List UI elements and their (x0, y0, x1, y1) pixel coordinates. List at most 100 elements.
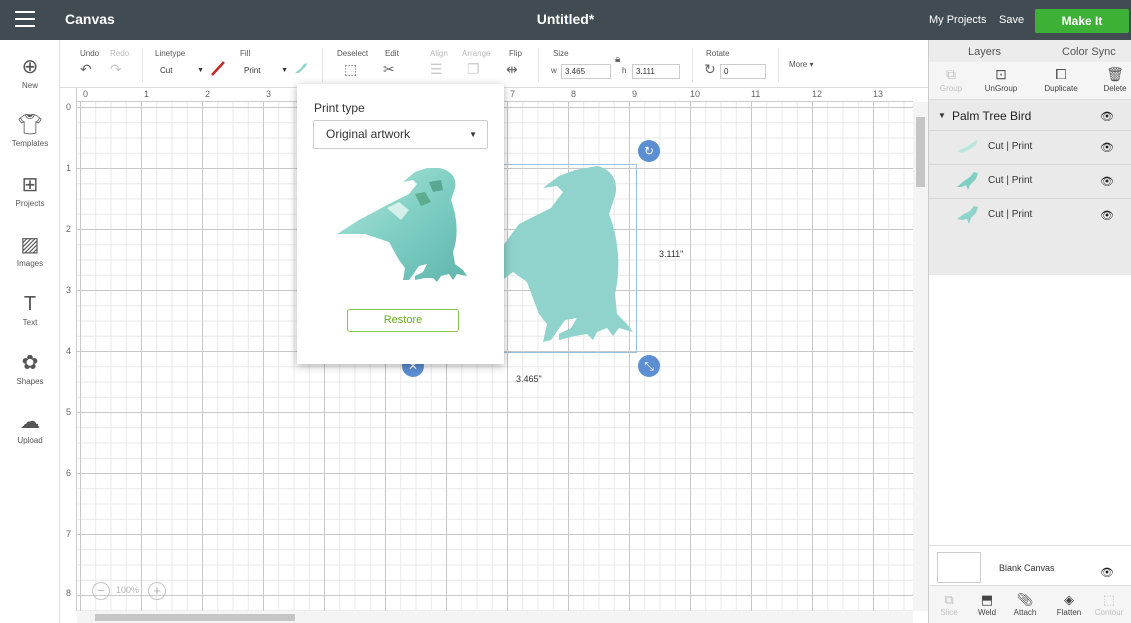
ruler-number: 3 (66, 285, 72, 295)
layer-row[interactable]: Cut | Print 👁︎ (929, 198, 1131, 231)
ruler-number: 13 (873, 89, 884, 99)
width-prefix: w (551, 66, 557, 75)
scissors-icon[interactable]: ✂ (383, 61, 395, 77)
shirt-icon: 👕︎ (17, 114, 43, 136)
sidebar-item-projects[interactable]: ⊞ Projects (0, 173, 60, 208)
layer-group-row[interactable]: ▼ Palm Tree Bird 👁︎ (929, 106, 1131, 126)
plus-circle-icon: ⊕ (21, 56, 39, 78)
width-value: 3.465 (565, 67, 586, 76)
visibility-eye-icon[interactable]: 👁︎ (1100, 566, 1114, 579)
scrollbar-thumb[interactable] (95, 614, 295, 621)
deselect-icon[interactable]: ⬚ (344, 61, 357, 77)
zoom-out-button[interactable]: − (92, 582, 110, 600)
width-dimension-label: 3.465" (516, 374, 542, 384)
projects-icon: ⊞ (21, 174, 39, 196)
sidebar-item-upload[interactable]: ☁ Upload (0, 410, 60, 445)
layer-row[interactable]: Cut | Print 👁︎ (929, 164, 1131, 197)
visibility-eye-icon[interactable]: 👁︎ (1100, 209, 1114, 222)
sidebar-item-shapes[interactable]: ✿ Shapes (0, 351, 60, 386)
horizontal-scrollbar[interactable] (77, 611, 913, 623)
my-projects-link[interactable]: My Projects (929, 14, 986, 26)
tab-color-sync[interactable]: Color Sync (1062, 46, 1116, 58)
delete-button[interactable]: 🗑︎ Delete (1093, 66, 1131, 93)
restore-button[interactable]: Restore (347, 309, 459, 332)
hamburger-menu-icon[interactable] (15, 11, 35, 29)
duplicate-button[interactable]: ⧠ Duplicate (1039, 66, 1083, 93)
contour-button[interactable]: ⬚ Contour (1091, 592, 1127, 617)
print-pattern-icon[interactable] (293, 60, 309, 79)
zoom-in-button[interactable]: + (148, 582, 166, 600)
action-label: Flatten (1056, 608, 1082, 617)
action-label: Delete (1103, 84, 1127, 93)
blank-canvas-swatch[interactable] (937, 552, 981, 583)
ruler-number: 8 (66, 588, 72, 598)
linetype-color-icon[interactable] (210, 60, 226, 79)
ruler-number: 11 (751, 89, 761, 99)
arrange-icon[interactable]: ❐ (467, 61, 480, 77)
sidebar-item-templates[interactable]: 👕︎ Templates (0, 113, 60, 148)
rotate-label: Rotate (706, 49, 730, 58)
ruler-number: 6 (66, 468, 72, 478)
ruler-number: 8 (571, 89, 577, 99)
align-icon[interactable]: ☰ (430, 61, 443, 77)
ruler-number: 2 (205, 89, 211, 99)
text-icon: T (23, 293, 37, 315)
divider (322, 48, 323, 82)
visibility-eye-icon[interactable]: 👁︎ (1100, 175, 1114, 188)
width-input[interactable]: 3.465 (561, 64, 611, 79)
rotate-handle-icon[interactable]: ↻ (638, 140, 660, 162)
linetype-select[interactable]: Cut ▼ (160, 64, 204, 78)
visibility-eye-icon[interactable]: 👁︎ (1100, 110, 1114, 123)
sidebar-item-images[interactable]: ▨ Images (0, 233, 60, 268)
ruler-number: 0 (83, 89, 89, 99)
layer-row[interactable]: Cut | Print 👁︎ (929, 130, 1131, 163)
layers-panel: Layers Color Sync ⧉ Group ⊡ UnGroup ⧠ Du… (928, 40, 1131, 623)
linetype-label: Linetype (155, 49, 186, 58)
scrollbar-thumb[interactable] (916, 117, 925, 187)
group-button[interactable]: ⧉ Group (929, 66, 973, 93)
document-title[interactable]: Untitled* (537, 11, 595, 27)
resize-handle-icon[interactable]: ⤡ (638, 355, 660, 377)
height-prefix: h (622, 66, 627, 75)
save-link[interactable]: Save (999, 14, 1024, 26)
print-type-popup: Print type Original artwork ▼ Restore (297, 84, 504, 364)
lock-icon[interactable]: 🔒︎ (615, 52, 620, 68)
height-input[interactable]: 3.111 (632, 64, 680, 79)
redo-icon[interactable]: ↷ (110, 61, 122, 77)
height-dimension-label: 3.111" (659, 249, 684, 259)
more-menu[interactable]: More ▾ (789, 60, 813, 69)
sidebar-item-text[interactable]: T Text (0, 292, 60, 327)
vertical-scrollbar[interactable] (913, 102, 928, 611)
group-icon: ⧉ (946, 66, 956, 82)
make-it-button[interactable]: Make It (1035, 9, 1129, 33)
ungroup-icon: ⊡ (995, 66, 1007, 82)
fill-select[interactable]: Print ▼ (244, 64, 288, 78)
flatten-button[interactable]: ◈ Flatten (1051, 592, 1087, 617)
flip-icon[interactable]: ⇹ (506, 61, 518, 77)
print-type-select[interactable]: Original artwork ▼ (313, 120, 488, 149)
rotate-icon[interactable]: ↻ (704, 61, 716, 77)
ruler-number: 7 (66, 529, 72, 539)
ruler-number: 10 (690, 89, 701, 99)
sidebar-item-new[interactable]: ⊕ New (0, 55, 60, 90)
sidebar-item-label: Shapes (16, 377, 44, 386)
blank-canvas-row[interactable]: Blank Canvas 👁︎ (929, 545, 1131, 585)
preview-bird-shape (337, 168, 467, 282)
slice-button[interactable]: ⧉ Slice (931, 592, 967, 617)
flatten-icon: ◈ (1064, 592, 1074, 607)
ungroup-button[interactable]: ⊡ UnGroup (979, 66, 1023, 93)
tab-layers[interactable]: Layers (968, 46, 1001, 58)
fill-value: Print (244, 66, 261, 75)
popup-title: Print type (314, 101, 365, 115)
weld-button[interactable]: ⬒ Weld (969, 592, 1005, 617)
layer-thumbnail (957, 206, 978, 224)
sidebar-item-label: Upload (17, 436, 43, 445)
attach-button[interactable]: 📎︎ Attach (1007, 592, 1043, 617)
rotate-input[interactable]: 0 (720, 64, 766, 79)
divider (692, 48, 693, 82)
expand-arrow-icon[interactable]: ▼ (938, 111, 946, 120)
chevron-down-icon: ▼ (469, 130, 477, 139)
visibility-eye-icon[interactable]: 👁︎ (1100, 141, 1114, 154)
undo-icon[interactable]: ↶ (80, 61, 92, 77)
flip-label: Flip (509, 49, 522, 58)
